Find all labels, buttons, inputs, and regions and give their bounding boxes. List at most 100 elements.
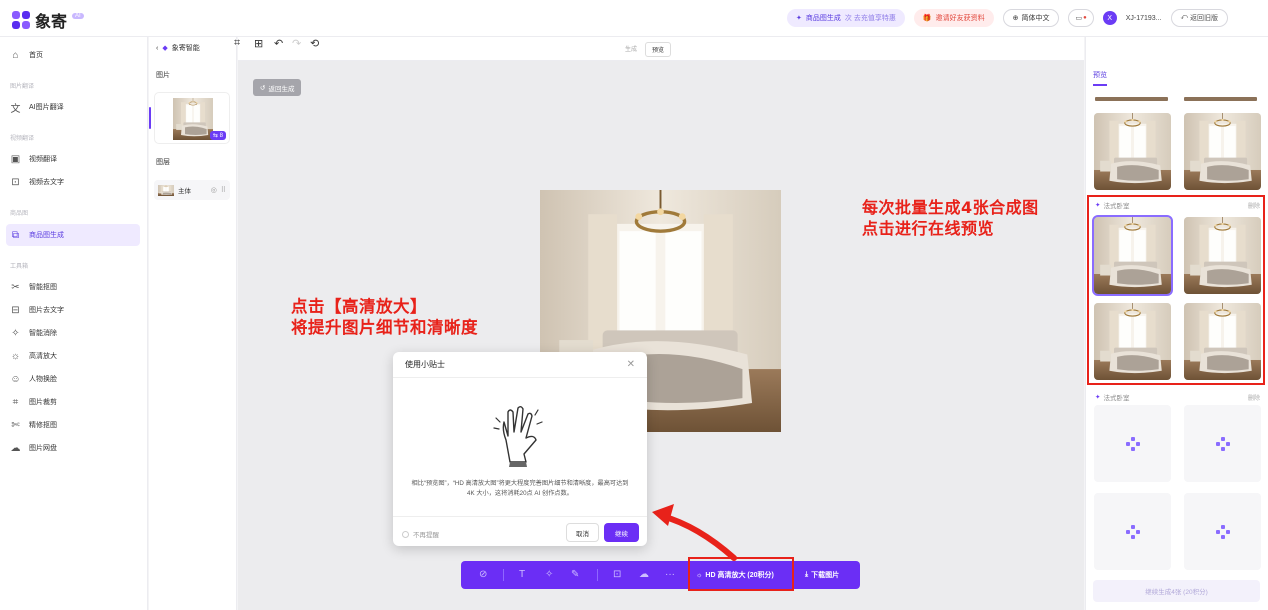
selection-indicator (149, 107, 151, 129)
generate-more-button[interactable]: 继续生成4张 (20积分) (1093, 580, 1260, 602)
annotation-hd-upscale: 点击【高清放大】 将提升图片细节和清晰度 (291, 296, 478, 338)
toolbar-divider (597, 569, 598, 581)
result-thumbnail[interactable] (1184, 113, 1261, 190)
annotation-batch-preview: 每次批量生成4张合成图 点击进行在线预览 (862, 197, 1039, 239)
sidebar-item-ai-image-translate[interactable]: 文 AI图片翻译 (6, 96, 140, 118)
tips-dialog: 使用小贴士 ✕ 相比“预览图”，“HD 高清放大图”将更大程度完善图片细节和清晰… (393, 352, 647, 546)
download-icon: ⤓ (805, 571, 809, 578)
return-icon: ⤺ (1180, 14, 1188, 21)
crop-tool-icon[interactable]: ⌗ (234, 37, 240, 50)
sidebar-item-label: 图片去文字 (29, 307, 64, 314)
ai-badge: AI (72, 13, 84, 19)
source-image-thumbnail[interactable]: ⇆ 8 (154, 92, 230, 144)
more-icon[interactable]: ··· (665, 569, 675, 580)
tab-underline (1093, 84, 1107, 86)
tab-preview[interactable]: 预览 (645, 42, 672, 57)
invite-friends-button[interactable]: 🎁 邀请好友获资料 (913, 9, 994, 27)
brush-icon[interactable]: ✎ (571, 569, 579, 580)
back-to-workspace-button[interactable]: ‹ ◆ 象寄智能 (156, 43, 200, 53)
tab-generate[interactable]: 生成 (619, 42, 643, 57)
app-logo[interactable]: 象寄 AI (12, 8, 84, 32)
sidebar-item-label: 商品图生成 (29, 232, 64, 239)
dialog-message: 相比“预览图”，“HD 高清放大图”将更大程度完善图片细节和清晰度，最高可达到 … (411, 480, 629, 497)
sidebar-item-video-translate[interactable]: ▣ 视频翻译 (6, 148, 140, 170)
sidebar-item-smart-cutout[interactable]: ✂ 智能抠图 (6, 276, 140, 298)
product-gen-credits-button[interactable]: ✦ 商品图生成 次 去充值享特惠 (787, 9, 905, 27)
product-gen-label: 商品图生成 (805, 15, 841, 22)
home-icon: ⌂ (12, 49, 19, 61)
dialog-header: 使用小贴士 ✕ (393, 352, 647, 378)
redo-icon[interactable]: ↷ (292, 37, 301, 50)
sidebar-item-fine-cutout[interactable]: ✄ 精修抠图 (6, 414, 140, 436)
sidebar-item-label: 高清放大 (29, 353, 57, 360)
download-button[interactable]: ⤓ 下载图片 (805, 561, 839, 589)
no-remind-label: 不再提醒 (413, 532, 439, 539)
cancel-button[interactable]: 取消 (566, 523, 599, 542)
close-icon[interactable]: ✕ (627, 359, 635, 370)
thumbnail-count-badge: ⇆ 8 (209, 131, 226, 140)
language-label: 简体中文 (1021, 15, 1050, 22)
back-to-generate-button[interactable]: ↺ 返回生成 (253, 79, 302, 96)
result-group-header: ✦ 法式卧室 (1095, 392, 1129, 402)
toolbar-divider (503, 569, 504, 581)
sidebar-item-face-swap[interactable]: ☺ 人物换脸 (6, 368, 140, 390)
recharge-link[interactable]: 次 去充值享特惠 (845, 13, 896, 23)
checkbox-circle[interactable] (402, 530, 409, 538)
back-old-version-button[interactable]: ⤺ 返回旧版 (1170, 9, 1228, 27)
grid-tool-icon[interactable]: ⊞ (254, 37, 263, 50)
continue-button[interactable]: 继续 (604, 523, 639, 542)
annotation-line: 每次批量生成4张合成图 (862, 198, 1039, 217)
magic-erase-icon[interactable]: ✧ (545, 569, 553, 580)
section-label-image-translate: 图片翻译 (10, 84, 35, 90)
language-selector[interactable]: ⊕ 简体中文 (1002, 9, 1060, 27)
no-remind-checkbox[interactable]: 不再提醒 (402, 529, 439, 539)
avatar[interactable]: X (1102, 11, 1117, 25)
message-icon: ▭ (1075, 15, 1083, 22)
workspace-label: 象寄智能 (171, 45, 200, 52)
no-watermark-icon[interactable]: ⊘ (479, 569, 487, 580)
text-tool-icon[interactable]: T (519, 569, 525, 580)
loading-thumbnail (1184, 405, 1261, 482)
cloud-upload-icon[interactable]: ☁ (639, 569, 649, 580)
translate-icon: 文 (10, 103, 21, 115)
layer-thumbnail (158, 185, 174, 196)
loading-thumbnail (1184, 493, 1261, 570)
scissors-icon: ✂ (11, 281, 20, 293)
delete-group-button[interactable]: 删除 (1248, 393, 1260, 402)
sidebar-item-smart-erase[interactable]: ✧ 智能消除 (6, 322, 140, 344)
globe-icon: ⊕ (1012, 15, 1019, 22)
layers-panel: 图片 ⇆ 8 图层 主体 ◎ ⠿ (149, 37, 237, 610)
sidebar-item-label: 首页 (29, 52, 43, 59)
sidebar-item-home[interactable]: ⌂ 首页 (6, 44, 140, 66)
sidebar-item-label: 图片裁剪 (29, 399, 57, 406)
sidebar-item-label: 人物换脸 (29, 376, 57, 383)
top-bar: 象寄 AI ✦ 商品图生成 次 去充值享特惠 🎁 邀请好友获资料 ⊕ 简体中文 … (0, 0, 1268, 37)
sidebar-item-image-cloud[interactable]: ☁ 图片网盘 (6, 437, 140, 459)
user-id[interactable]: XJ-17193... (1126, 15, 1162, 22)
sidebar-item-video-remove-text[interactable]: ⊡ 视频去文字 (6, 171, 140, 193)
drag-handle-icon[interactable]: ⠿ (221, 186, 226, 194)
invite-label: 邀请好友获资料 (935, 15, 985, 22)
sidebar-item-hd-upscale[interactable]: ☼ 高清放大 (6, 345, 140, 367)
result-thumbnail[interactable] (1094, 113, 1171, 190)
eye-icon[interactable]: ◎ (211, 186, 217, 194)
dialog-footer: 不再提醒 取消 继续 (393, 516, 647, 546)
sparkle-icon: ✦ (1095, 394, 1101, 401)
history-icon[interactable]: ⟲ (310, 37, 319, 50)
product-image-icon: ⧉ (11, 229, 20, 241)
download-label: 下载图片 (811, 572, 840, 579)
layer-row[interactable]: 主体 ◎ ⠿ (154, 180, 230, 200)
loading-thumbnail (1094, 405, 1171, 482)
sidebar-item-image-remove-text[interactable]: ⊟ 图片去文字 (6, 299, 140, 321)
sidebar-item-image-crop[interactable]: ⌗ 图片裁剪 (6, 391, 140, 413)
sidebar-item-label: 视频翻译 (29, 156, 57, 163)
sidebar-item-label: 智能抠图 (29, 284, 57, 291)
back-generate-label: 返回生成 (268, 85, 295, 93)
undo-icon[interactable]: ↶ (274, 37, 283, 50)
sidebar-item-product-image-gen[interactable]: ⧉ 商品图生成 (6, 224, 140, 246)
messages-button[interactable]: ▭ ● (1068, 9, 1094, 27)
highlight-box-batch (1087, 195, 1265, 385)
sun-icon: ☼ (10, 350, 21, 362)
tab-preview-right[interactable]: 预览 (1093, 70, 1107, 80)
folder-icon[interactable]: ⊡ (613, 569, 621, 580)
